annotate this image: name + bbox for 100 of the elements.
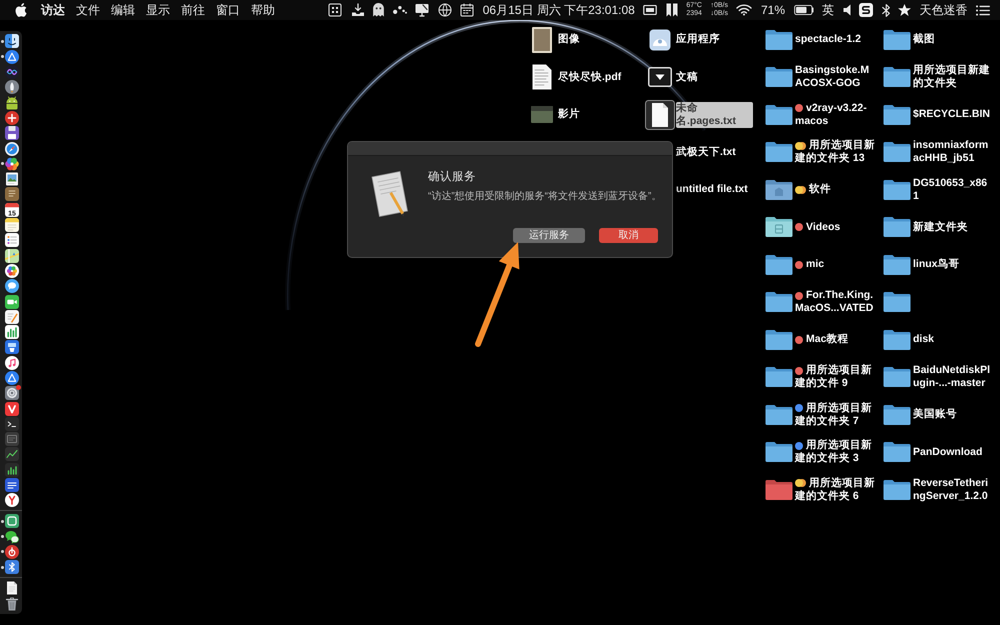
folder-icon[interactable]	[883, 254, 911, 276]
triangle-disc-icon[interactable]	[5, 370, 19, 385]
folder-icon[interactable]	[765, 178, 793, 201]
globe-icon[interactable]	[438, 3, 452, 17]
folder-icon[interactable]	[765, 328, 793, 351]
infinity-disc-icon[interactable]	[5, 65, 19, 80]
folder-icon[interactable]	[883, 366, 911, 388]
file-name[interactable]: insomniaxformacHHB_jb51	[913, 139, 993, 166]
lines-tile-icon[interactable]	[5, 478, 19, 492]
calendar-icon[interactable]	[460, 3, 474, 17]
dial-tile-icon[interactable]	[5, 386, 19, 400]
menu-item[interactable]: 显示	[146, 0, 170, 20]
file-name[interactable]: v2ray-v3.22-macos	[795, 102, 876, 128]
file-name[interactable]: 用所选项目新建的文件 9	[795, 364, 876, 390]
folder-icon[interactable]	[883, 216, 911, 238]
map-icon[interactable]	[5, 248, 19, 263]
dome-icon[interactable]	[649, 28, 671, 51]
line-graph-icon[interactable]	[5, 447, 19, 462]
file-name[interactable]: 用所选项目新建的文件夹	[913, 64, 993, 90]
folder-icon[interactable]	[765, 254, 793, 276]
ghost-icon[interactable]	[373, 3, 384, 17]
video-camera-icon[interactable]	[5, 294, 19, 308]
file-name[interactable]: ReverseTetheringServer_1.2.0	[913, 476, 993, 503]
file-name[interactable]: 影片	[558, 108, 580, 122]
folder-icon[interactable]	[765, 216, 793, 238]
flower-icon[interactable]	[5, 264, 19, 278]
rounded-square-icon[interactable]	[5, 514, 19, 528]
bar-chart-icon[interactable]	[5, 325, 19, 340]
app-menu[interactable]: 访达	[41, 0, 65, 20]
dots-icon[interactable]	[392, 6, 407, 14]
folder-icon[interactable]	[883, 178, 911, 201]
power-disc-icon[interactable]	[5, 544, 19, 559]
folder-icon[interactable]	[883, 478, 911, 501]
file-name[interactable]: Basingstoke.MACOSX-GOG	[795, 64, 876, 90]
meter-icon[interactable]	[5, 462, 19, 477]
file-name[interactable]: linux鸟哥	[913, 258, 960, 272]
podium-icon[interactable]	[5, 340, 19, 354]
file-name[interactable]: 用所选项目新建的文件夹 3	[795, 439, 876, 466]
folder-icon[interactable]	[765, 404, 793, 426]
apple-icon[interactable]	[15, 3, 27, 17]
file-name[interactable]: 尽快尽快.pdf	[558, 70, 622, 84]
file-name[interactable]: 截图	[913, 33, 935, 46]
compass-icon[interactable]	[5, 142, 19, 156]
y-shape-disc-icon[interactable]	[5, 493, 19, 508]
s-curve-square-icon[interactable]	[859, 3, 873, 17]
photo-placeholder[interactable]	[531, 106, 553, 124]
wifi-icon[interactable]	[736, 4, 752, 16]
folder-icon[interactable]	[765, 104, 793, 126]
bluetooth-icon[interactable]	[882, 4, 890, 16]
file-name[interactable]: Videos	[806, 220, 840, 234]
bluetooth-icon[interactable]	[5, 560, 19, 574]
battery-icon[interactable]	[794, 5, 814, 15]
window-icon[interactable]	[5, 432, 19, 446]
menu-item[interactable]: 文件	[76, 0, 100, 20]
file-name[interactable]: DG510653_x861	[913, 176, 993, 203]
user-name[interactable]: 天色迷香	[920, 0, 968, 20]
v-shape-tile-icon[interactable]	[5, 402, 19, 416]
notebook-icon[interactable]	[5, 187, 19, 202]
file-name[interactable]: 未命名.pages.txt	[676, 102, 753, 128]
trash-icon[interactable]	[5, 596, 19, 611]
menu-item[interactable]: 编辑	[111, 0, 135, 20]
dialog-button[interactable]: 取消	[599, 228, 658, 243]
file-name[interactable]: 文稿	[676, 70, 698, 84]
file-name[interactable]: untitled file.txt	[676, 183, 748, 196]
file-name[interactable]: mic	[806, 258, 824, 272]
terminal-icon[interactable]	[5, 416, 19, 431]
speech-bubble-icon[interactable]	[5, 279, 19, 294]
file-name[interactable]: 美国账号	[913, 408, 957, 422]
photo-placeholder[interactable]	[532, 26, 552, 53]
folder-icon[interactable]	[765, 366, 793, 388]
speaker-icon[interactable]	[842, 4, 850, 16]
folder-icon[interactable]	[765, 141, 793, 164]
file-name[interactable]: 用所选项目新建的文件夹 6	[795, 476, 876, 503]
file-name[interactable]: 图像	[558, 33, 580, 46]
menu-item[interactable]: 前往	[181, 0, 205, 20]
file-name[interactable]: 用所选项目新建的文件夹 7	[795, 402, 876, 428]
folder-icon[interactable]	[883, 328, 911, 351]
star-icon[interactable]	[898, 4, 911, 16]
file-name[interactable]: spectacle-1.2	[795, 33, 861, 46]
folder-icon[interactable]	[883, 141, 911, 164]
file-name[interactable]: 软件	[809, 183, 831, 196]
folder-icon[interactable]	[765, 441, 793, 464]
folder-icon[interactable]	[883, 441, 911, 464]
notepad-icon[interactable]	[5, 218, 19, 232]
monitor-icon[interactable]	[415, 3, 430, 17]
file-name[interactable]: 武极天下.txt	[676, 146, 736, 159]
file-name[interactable]: 应用程序	[676, 33, 720, 46]
picture-icon[interactable]	[5, 172, 19, 186]
pen-paper-icon[interactable]	[5, 310, 19, 324]
text-file-icon[interactable]	[645, 100, 675, 130]
checklist-icon[interactable]	[5, 233, 19, 248]
folder-icon[interactable]	[883, 66, 911, 88]
rocket-icon[interactable]	[5, 80, 19, 94]
menu-item[interactable]: 窗口	[216, 0, 240, 20]
folder-icon[interactable]	[765, 28, 793, 51]
folder-icon[interactable]	[883, 404, 911, 426]
document-icon[interactable]	[5, 581, 19, 596]
dialog-button[interactable]: 运行服务	[513, 228, 585, 243]
chat-bubbles-icon[interactable]	[5, 530, 19, 544]
file-name[interactable]: $RECYCLE.BIN	[913, 108, 990, 122]
